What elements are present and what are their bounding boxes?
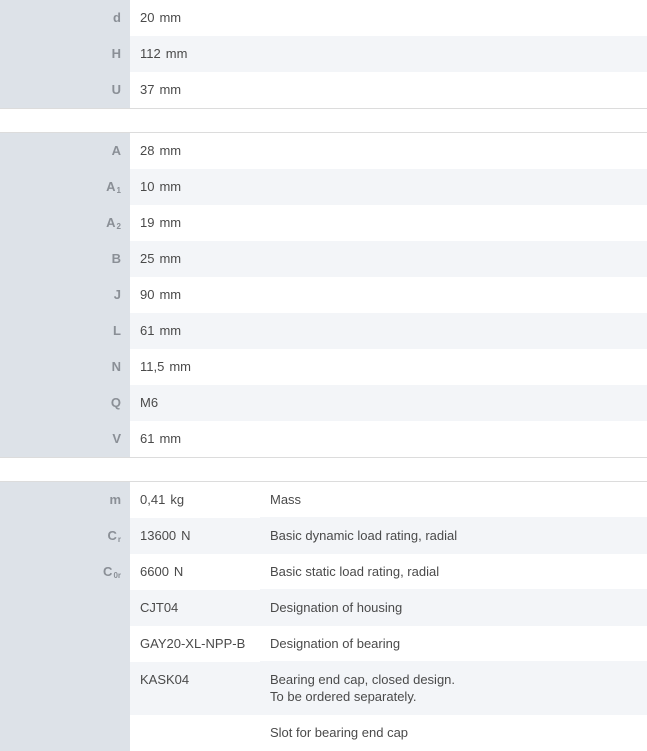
spec-value: 28 mm (140, 143, 182, 158)
spec-row-a2: A2 19 mm (0, 205, 647, 241)
spec-value: 10 mm (130, 169, 647, 205)
spec-row-a: A 28 mm (0, 133, 647, 169)
spec-row-n: N 11,5 mm (0, 349, 647, 385)
spec-value: 20 mm (140, 10, 182, 25)
spec-value: 61 mm (140, 431, 182, 446)
spec-row-cr: Cr 13600 N Basic dynamic load rating, rad… (0, 517, 647, 554)
dimension-section-2: A 28 mm A1 10 mm A2 19 mm B 25 mm J 90 mm L 6… (0, 132, 647, 458)
spec-key (0, 626, 130, 662)
spec-row-end-cap: KASK04 Bearing end cap, closed design. To… (0, 661, 647, 715)
spec-value: 11,5 mm (140, 359, 192, 374)
spec-key: d (0, 0, 130, 36)
spec-key: V (0, 421, 130, 457)
spec-key: J (0, 277, 130, 313)
spec-description: Basic dynamic load rating, radial (260, 517, 647, 554)
spec-row-d: d 20 mm (0, 0, 647, 36)
spec-value: GAY20-XL-NPP-B (140, 636, 246, 651)
spec-description: Basic static load rating, radial (270, 564, 440, 579)
spec-row-j: J 90 mm (0, 277, 647, 313)
spec-key: A1 (0, 169, 130, 205)
spec-key (0, 590, 130, 626)
spec-value: 13600 N (130, 518, 260, 554)
spec-key: B (0, 241, 130, 277)
spec-description: Slot for bearing end cap (270, 725, 409, 740)
spec-value (130, 715, 260, 751)
spec-row-c0r: C0r 6600 N Basic static load rating, radi… (0, 554, 647, 590)
spec-description: Bearing end cap, closed design. To be ord… (260, 661, 647, 715)
spec-description: Designation of bearing (270, 636, 401, 651)
spec-key: Q (0, 385, 130, 421)
spec-value: 0,41 kg (140, 492, 185, 507)
spec-value: M6 (130, 385, 647, 421)
spec-key: Cr (0, 518, 130, 554)
spec-key: H (0, 36, 130, 72)
spec-row-u: U 37 mm (0, 72, 647, 108)
spec-value: 25 mm (130, 241, 647, 277)
spec-key: A2 (0, 205, 130, 241)
spec-key: N (0, 349, 130, 385)
spec-row-a1: A1 10 mm (0, 169, 647, 205)
spec-value: CJT04 (130, 590, 260, 626)
spec-description: Mass (270, 492, 302, 507)
spec-key (0, 715, 130, 751)
spec-value: KASK04 (130, 662, 260, 715)
spec-row-h: H 112 mm (0, 36, 647, 72)
spec-key: U (0, 72, 130, 108)
spec-row-l: L 61 mm (0, 313, 647, 349)
spec-value: 90 mm (140, 287, 182, 302)
spec-row-q: Q M6 (0, 385, 647, 421)
spec-row-bearing: GAY20-XL-NPP-B Designation of bearing (0, 626, 647, 662)
spec-key: L (0, 313, 130, 349)
spec-value: 19 mm (140, 215, 182, 230)
spec-key: C0r (0, 554, 130, 590)
spec-row-b: B 25 mm (0, 241, 647, 277)
spec-key: A (0, 133, 130, 169)
spec-row-slot: Slot for bearing end cap (0, 715, 647, 751)
properties-section: m 0,41 kg Mass Cr 13600 N Basic dynamic lo… (0, 481, 647, 751)
spec-key (0, 662, 130, 715)
spec-value: 37 mm (140, 82, 182, 97)
spec-row-mass: m 0,41 kg Mass (0, 482, 647, 518)
spec-value: 6600 N (140, 564, 184, 579)
spec-description: Designation of housing (260, 589, 647, 626)
spec-key: m (0, 482, 130, 518)
dimension-section-1: d 20 mm H 112 mm U 37 mm (0, 0, 647, 109)
spec-row-housing: CJT04 Designation of housing (0, 589, 647, 626)
spec-value: 61 mm (130, 313, 647, 349)
spec-value: 112 mm (130, 36, 647, 72)
spec-row-v: V 61 mm (0, 421, 647, 457)
